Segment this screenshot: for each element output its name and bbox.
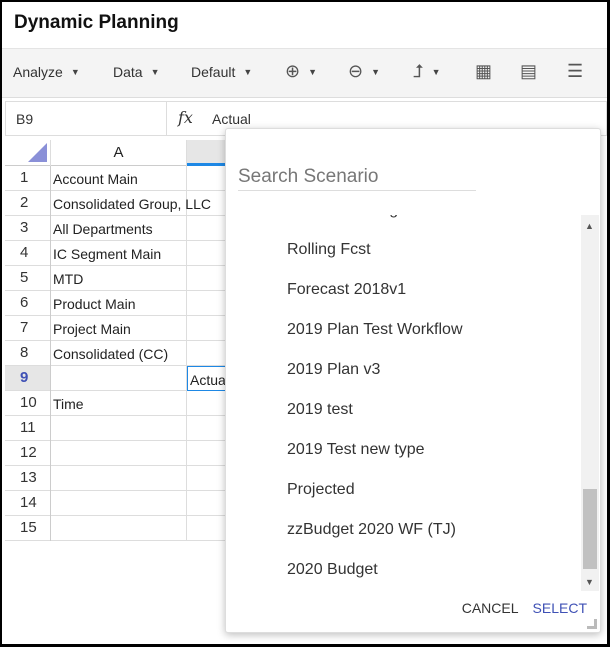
row-number[interactable]: 1 [5, 166, 50, 190]
zoom-in-icon: ⊕ [285, 61, 301, 81]
toolbar: Analyze ▼ Data ▼ Default ▼ ⊕ ▼ ⊖ ▼ ⮥ ▼ ▦ ▤ ☰ [2, 48, 607, 98]
list-item[interactable]: Projected [287, 481, 355, 499]
cell-a11[interactable] [50, 416, 187, 441]
table-row: 6 Product Main [5, 291, 245, 316]
cancel-button[interactable]: CANCEL [462, 600, 519, 616]
list-item[interactable]: zzBudget 2020 WF (TJ) [287, 521, 456, 539]
cell-a6[interactable]: Product Main [50, 291, 187, 316]
analyze-label: Analyze [13, 64, 63, 80]
cell-a5[interactable]: MTD [50, 266, 187, 291]
row-number[interactable]: 6 [5, 291, 50, 315]
row-number[interactable]: 4 [5, 241, 50, 265]
row-number[interactable]: 3 [5, 216, 50, 240]
formula-input[interactable]: Actual [212, 111, 251, 127]
cell-a15[interactable] [50, 516, 187, 541]
cell-a14[interactable] [50, 491, 187, 516]
caret-down-icon: ▼ [150, 67, 160, 77]
grid-icon: ▦ [475, 61, 493, 81]
zoom-in-button[interactable]: ⊕ ▼ [285, 61, 317, 82]
dialog-actions: CANCEL SELECT [462, 600, 587, 616]
list-item[interactable]: Forecast 2018v1 [287, 281, 406, 299]
cell-a8[interactable]: Consolidated (CC) [50, 341, 187, 366]
cell-a13[interactable] [50, 466, 187, 491]
divider [166, 102, 167, 135]
row-number[interactable]: 8 [5, 341, 50, 365]
zoom-out-icon: ⊖ [348, 61, 364, 81]
grid-alt-icon: ▤ [520, 61, 538, 81]
table-row: 1 Account Main [5, 166, 245, 191]
cell-a2[interactable]: Consolidated Group, LLC [50, 191, 211, 216]
caret-down-icon: ▼ [243, 67, 253, 77]
table-row: 4 IC Segment Main [5, 241, 245, 266]
row-number[interactable]: 2 [5, 191, 50, 215]
list-item[interactable]: 2019 test [287, 401, 353, 419]
column-header-a[interactable]: A [50, 140, 187, 166]
cell-reference[interactable]: B9 [16, 111, 33, 127]
select-all-corner[interactable] [28, 143, 47, 162]
pivot-button[interactable]: ⮥ ▼ [413, 61, 441, 82]
caret-down-icon: ▼ [70, 67, 80, 77]
row-number[interactable]: 10 [5, 391, 50, 415]
cell-a9[interactable] [50, 366, 187, 391]
row-number[interactable]: 7 [5, 316, 50, 340]
table-row: 10 Time [5, 391, 245, 416]
sort-icon: ☰ [567, 61, 584, 81]
scroll-down-icon[interactable]: ▼ [585, 577, 594, 587]
sort-button[interactable]: ☰ [567, 61, 583, 82]
table-row: 12 [5, 441, 245, 466]
row-number[interactable]: 14 [5, 491, 50, 515]
table-row: 14 [5, 491, 245, 516]
scrollbar[interactable]: ▲ ▼ [581, 215, 599, 591]
table-row: 8 Consolidated (CC) [5, 341, 245, 366]
scroll-up-icon[interactable]: ▲ [585, 221, 594, 231]
scenario-list: g Rolling Fcst Forecast 2018v1 2019 Plan T… [226, 215, 581, 591]
row-number[interactable]: 13 [5, 466, 50, 490]
cell-a1[interactable]: Account Main [50, 166, 187, 191]
table-row: 15 [5, 516, 245, 541]
caret-down-icon: ▼ [371, 66, 381, 77]
list-item[interactable]: 2020 Budget [287, 561, 378, 579]
cell-a3[interactable]: All Departments [50, 216, 187, 241]
search-scenario-input[interactable] [238, 163, 476, 191]
table-row: 13 [5, 466, 245, 491]
scenario-picker-dialog: g Rolling Fcst Forecast 2018v1 2019 Plan T… [225, 128, 601, 633]
table-row: 5 MTD [5, 266, 245, 291]
table-row: 11 [5, 416, 245, 441]
pivot-icon: ⮥ [413, 61, 424, 81]
list-item[interactable]: 2019 Plan v3 [287, 361, 380, 379]
table-row: 9 Actual [5, 366, 247, 391]
cell-a7[interactable]: Project Main [50, 316, 187, 341]
list-item[interactable]: 2019 Test new type [287, 441, 425, 459]
list-item[interactable]: Rolling Fcst [287, 241, 371, 259]
row-number[interactable]: 5 [5, 266, 50, 290]
default-menu[interactable]: Default ▼ [191, 64, 252, 80]
data-label: Data [113, 64, 143, 80]
analyze-menu[interactable]: Analyze ▼ [13, 64, 80, 80]
row-number[interactable]: 15 [5, 516, 50, 540]
data-menu[interactable]: Data ▼ [113, 64, 160, 80]
caret-down-icon: ▼ [431, 66, 441, 77]
app-title: Dynamic Planning [14, 12, 179, 33]
zoom-out-button[interactable]: ⊖ ▼ [348, 61, 380, 82]
resize-handle-icon[interactable] [587, 619, 597, 629]
default-label: Default [191, 64, 236, 80]
cell-a10[interactable]: Time [50, 391, 187, 416]
fx-icon: fx [178, 108, 193, 127]
row-number[interactable]: 9 [5, 366, 50, 390]
grid-alt-button[interactable]: ▤ [520, 61, 537, 82]
row-number[interactable]: 11 [5, 416, 50, 440]
table-row: 2 Consolidated Group, LLC [5, 191, 245, 216]
caret-down-icon: ▼ [308, 66, 318, 77]
list-item-partial: g [287, 215, 398, 219]
table-row: 7 Project Main [5, 316, 245, 341]
cell-a12[interactable] [50, 441, 187, 466]
scrollbar-thumb[interactable] [583, 489, 597, 569]
cell-a4[interactable]: IC Segment Main [50, 241, 187, 266]
grid-layout-button[interactable]: ▦ [475, 61, 492, 82]
column-header-row: A [5, 140, 247, 166]
list-item[interactable]: 2019 Plan Test Workflow [287, 321, 463, 339]
select-button[interactable]: SELECT [533, 600, 587, 616]
table-row: 3 All Departments [5, 216, 245, 241]
row-number[interactable]: 12 [5, 441, 50, 465]
